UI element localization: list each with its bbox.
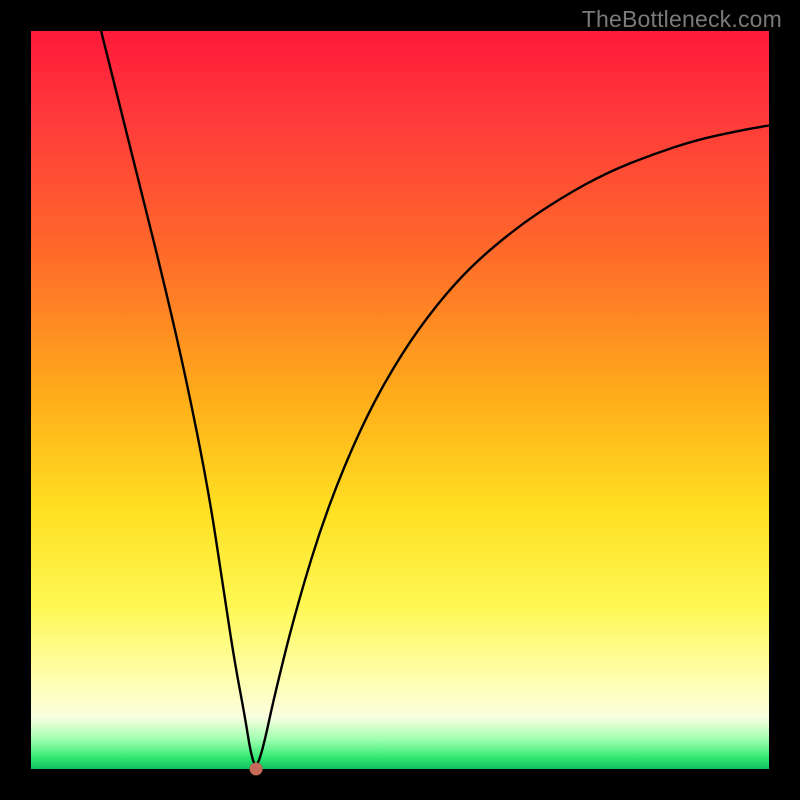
chart-frame: TheBottleneck.com	[0, 0, 800, 800]
watermark-text: TheBottleneck.com	[582, 6, 782, 33]
bottleneck-curve	[101, 31, 769, 765]
plot-area	[31, 31, 769, 769]
bottleneck-curve-svg	[31, 31, 769, 769]
min-point-marker	[250, 763, 263, 776]
